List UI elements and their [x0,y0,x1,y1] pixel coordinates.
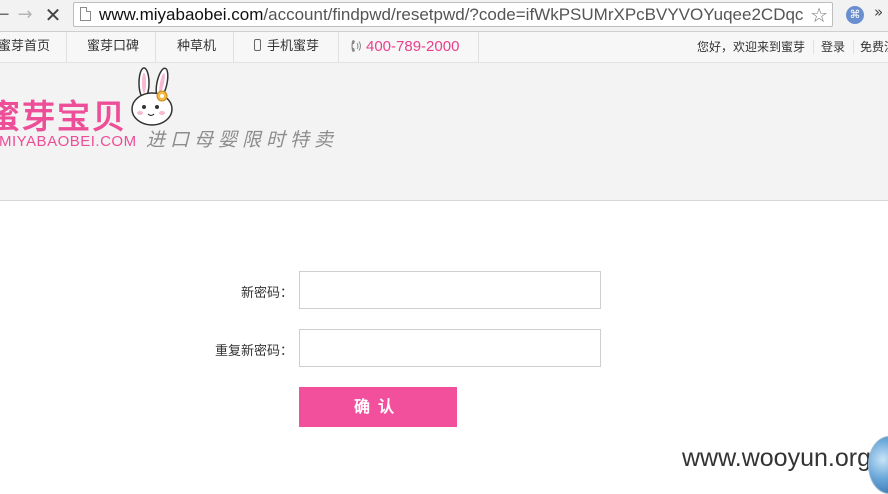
confirm-password-field[interactable] [299,329,601,367]
site-slogan: 进口母婴限时特卖 [146,129,339,151]
site-top-bar: 蜜芽首页 蜜芽口碑 种草机 手机蜜芽 400-789-2000 您好，欢迎来到蜜… [0,32,888,63]
divider [155,32,156,62]
url-host: www.miyabaobei.com [99,5,264,24]
address-bar[interactable]: www.miyabaobei.com/account/findpwd/reset… [73,2,833,27]
topbar-link-home[interactable]: 蜜芽首页 [0,32,50,62]
new-password-label: 新密码： [240,286,293,301]
telephone-icon [351,40,361,52]
bookmark-star-icon[interactable]: ☆ [808,3,828,26]
new-password-field[interactable] [299,271,601,309]
url-text[interactable]: www.miyabaobei.com/account/findpwd/reset… [99,4,803,26]
welcome-text: 您好，欢迎来到蜜芽 [697,40,806,54]
back-arrow-icon[interactable]: ← [0,4,14,26]
browser-toolbar: ← → ✕ www.miyabaobei.com/account/findpwd… [0,0,888,32]
topbar-link-reputation[interactable]: 蜜芽口碑 [87,32,139,62]
topbar-link-mobile[interactable]: 手机蜜芽 [254,32,319,62]
confirm-button[interactable]: 确认 [299,387,457,427]
site-header: 蜜芽宝贝 MIYABAOBEI.COM 进口母婴限时特卖 [0,63,888,201]
divider [478,32,479,62]
divider [66,32,67,62]
stop-loading-icon[interactable]: ✕ [41,4,65,26]
mobile-phone-icon [254,39,261,51]
hotline-number: 400-789-2000 [366,38,460,55]
more-extensions-icon[interactable]: » [874,3,883,21]
confirm-password-label: 重复新密码： [214,344,293,359]
site-logo[interactable]: 蜜芽宝贝 [0,90,127,138]
bunny-mascot-icon [131,67,173,126]
topbar-link-seed-machine[interactable]: 种草机 [177,32,216,62]
topbar-hotline: 400-789-2000 [350,32,459,62]
login-link[interactable]: 登录 [821,32,845,62]
divider [233,32,234,62]
divider [853,40,854,54]
extension-icon[interactable]: ⌘ [846,6,864,24]
register-link[interactable]: 免费注册 [860,32,888,62]
forward-arrow-icon[interactable]: → [13,4,37,26]
watermark-logo-icon [868,436,888,494]
site-logo-domain: MIYABAOBEI.COM [0,133,137,150]
watermark-text: www.wooyun.org [682,444,871,472]
divider [813,40,814,54]
topbar-mobile-label: 手机蜜芽 [267,39,320,54]
divider [338,32,339,62]
url-path: /account/findpwd/resetpwd/?code=ifWkPSUM… [263,5,804,24]
page-icon [80,7,91,21]
